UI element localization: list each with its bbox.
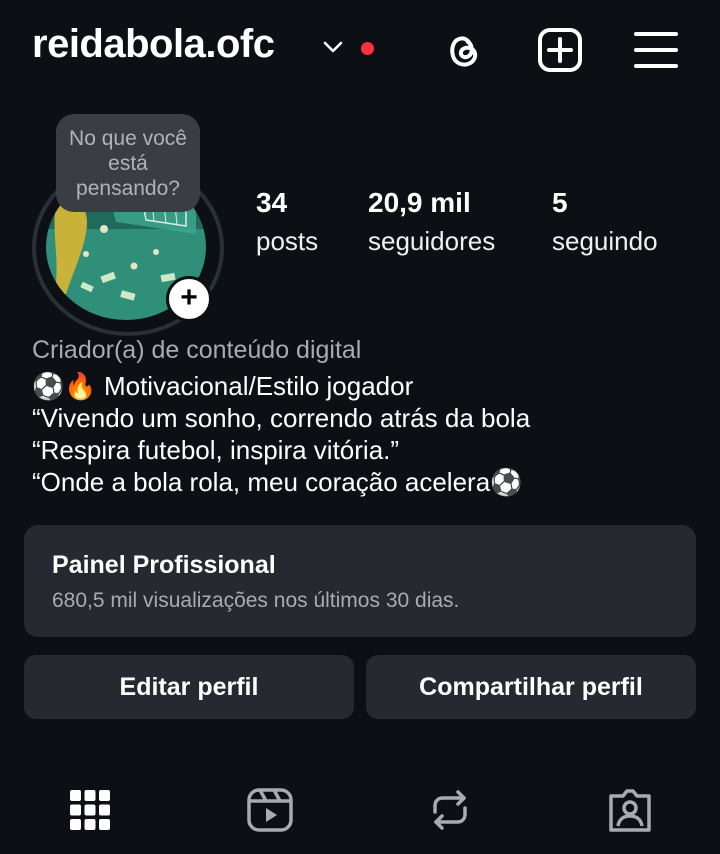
- tagged-icon[interactable]: [606, 786, 654, 834]
- posts-label: posts: [256, 226, 319, 256]
- create-plus-icon[interactable]: [536, 26, 584, 74]
- followers-label: seguidores: [368, 226, 496, 256]
- dashboard-subtitle: 680,5 mil visualizações nos últimos 30 d…: [52, 589, 460, 612]
- profile-page: reidabola.ofc + No que você está pensand…: [0, 0, 720, 854]
- note-bubble[interactable]: No que você está pensando?: [56, 114, 200, 212]
- bio-line: “Respira futebol, inspira vitória.”: [32, 435, 400, 465]
- stat-following[interactable]: 5 seguindo: [552, 186, 658, 258]
- threads-icon[interactable]: [440, 26, 488, 74]
- stat-posts[interactable]: 34 posts: [256, 186, 318, 258]
- edit-profile-button[interactable]: Editar perfil: [24, 655, 354, 719]
- professional-dashboard[interactable]: Painel Profissional 680,5 mil visualizaç…: [24, 525, 696, 637]
- followers-count: 20,9 mil: [368, 187, 471, 218]
- dashboard-title: Painel Profissional: [52, 551, 276, 579]
- top-bar: reidabola.ofc: [0, 0, 720, 100]
- add-story-button[interactable]: +: [166, 276, 212, 322]
- grid-icon[interactable]: [66, 786, 114, 834]
- bio: ⚽🔥 Motivacional/Estilo jogador “Vivendo …: [32, 370, 530, 498]
- following-count: 5: [552, 187, 568, 218]
- stat-followers[interactable]: 20,9 mil seguidores: [368, 186, 495, 258]
- menu-icon[interactable]: [632, 26, 680, 74]
- bio-line: “Onde a bola rola, meu coração acelera⚽: [32, 467, 523, 497]
- reposts-icon[interactable]: [426, 786, 474, 834]
- username-switcher[interactable]: reidabola.ofc: [32, 22, 275, 67]
- bio-line: ⚽🔥 Motivacional/Estilo jogador: [32, 371, 414, 401]
- profile-category: Criador(a) de conteúdo digital: [32, 336, 362, 364]
- posts-count: 34: [256, 187, 288, 218]
- chevron-down-icon[interactable]: [320, 38, 346, 56]
- share-profile-button[interactable]: Compartilhar perfil: [366, 655, 696, 719]
- reels-icon[interactable]: [246, 786, 294, 834]
- notification-dot: [361, 42, 374, 55]
- following-label: seguindo: [552, 226, 658, 256]
- bio-line: “Vivendo um sonho, correndo atrás da bol…: [32, 403, 531, 433]
